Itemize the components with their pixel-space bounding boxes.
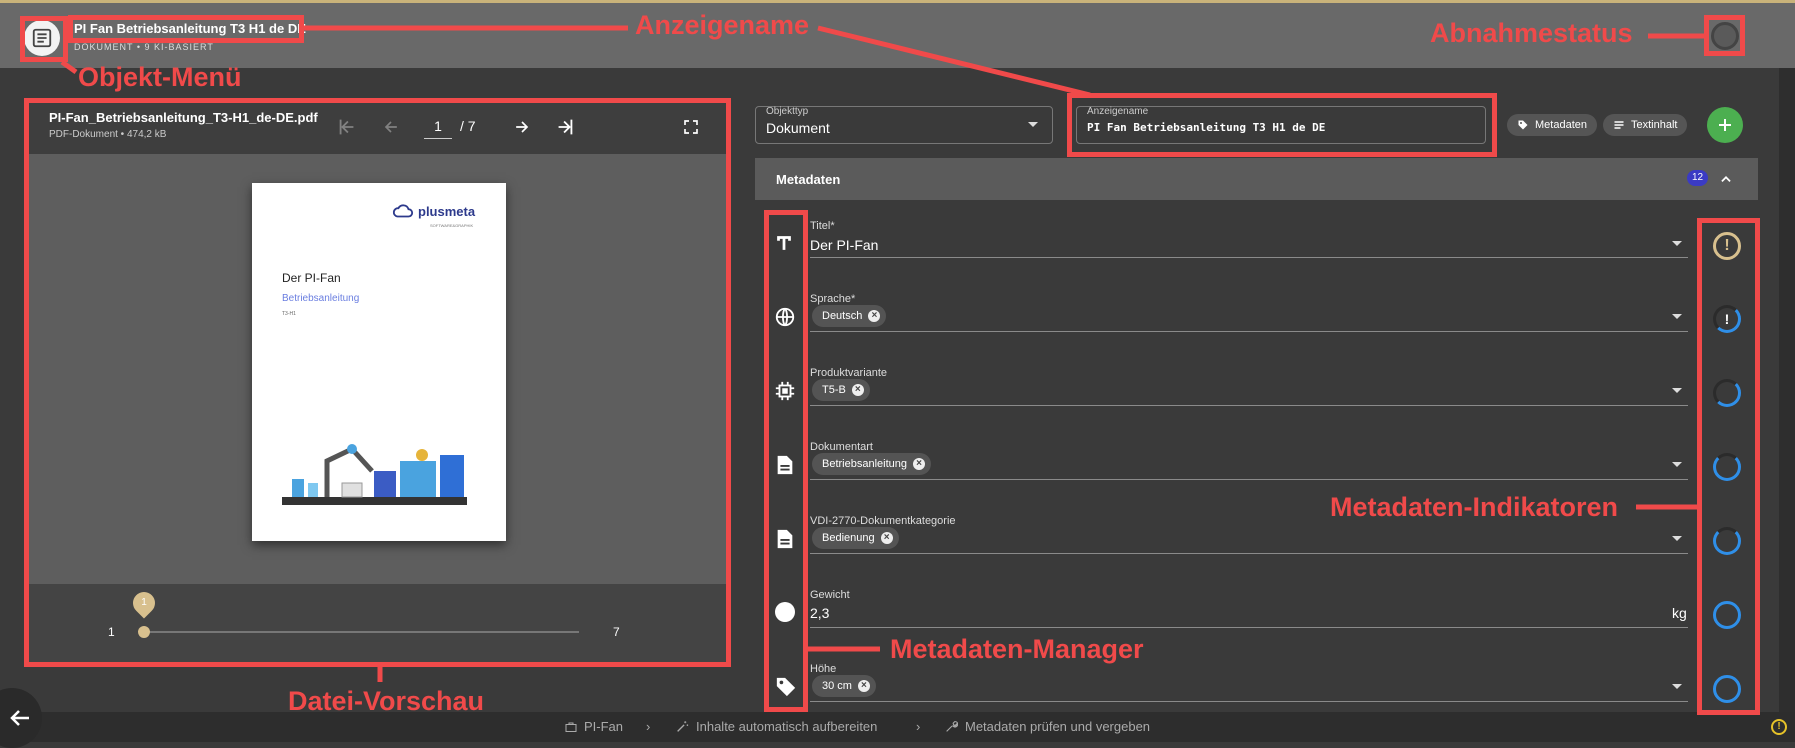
connector-line	[817, 25, 1091, 98]
annotation-connectors	[60, 25, 1704, 682]
annotation-label-datei-vorschau: Datei-Vorschau	[288, 686, 485, 716]
annotation-label-anzeigename: Anzeigename	[635, 10, 810, 40]
connector-line	[60, 59, 78, 75]
annotation-label-objekt-menu: Objekt-Menü	[78, 62, 242, 92]
annotation-label-abnahmestatus: Abnahmestatus	[1430, 18, 1633, 48]
annotation-label-metadaten-manager: Metadaten-Manager	[890, 634, 1144, 664]
annotation-label-metadaten-indikatoren: Metadaten-Indikatoren	[1330, 492, 1619, 522]
